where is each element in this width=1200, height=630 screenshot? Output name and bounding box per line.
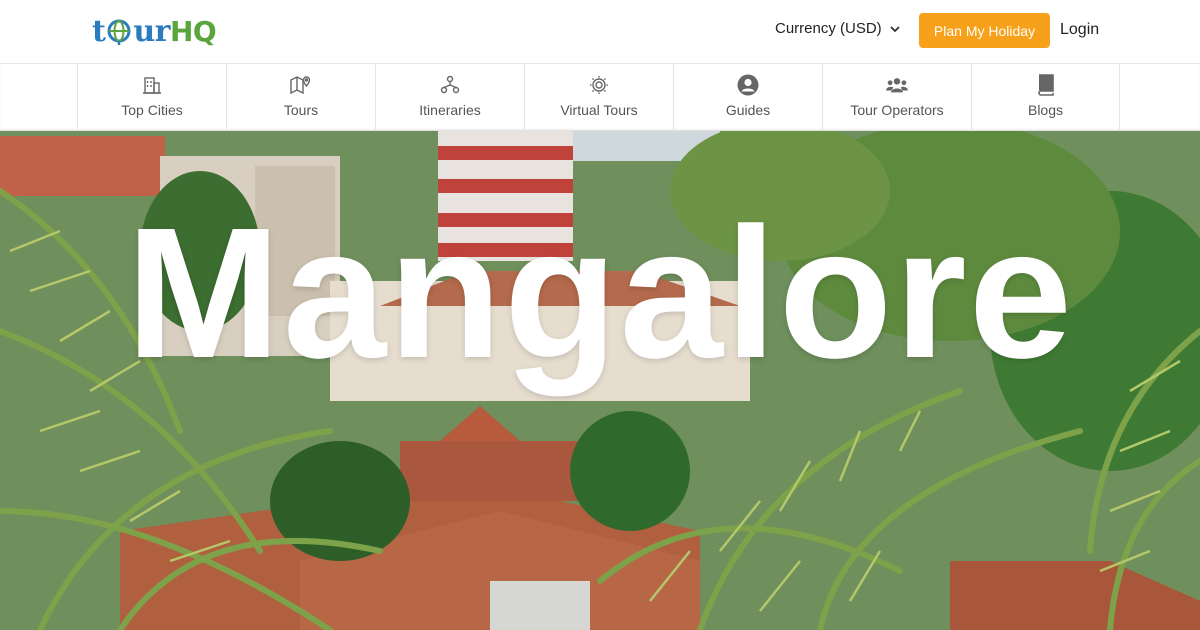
globe-icon (106, 18, 132, 45)
hero-title: Mangalore (125, 190, 1075, 397)
nav-label: Itineraries (419, 102, 481, 118)
users-icon (886, 74, 908, 96)
login-link[interactable]: Login (1060, 21, 1099, 39)
tourhq-logo[interactable]: t ur HQ (92, 12, 217, 50)
itinerary-icon (439, 74, 461, 96)
nav-item-itineraries[interactable]: Itineraries (375, 64, 524, 132)
category-nav: Top Cities Tours Itineraries Virtual Tou… (0, 63, 1200, 132)
nav-label: Virtual Tours (560, 102, 638, 118)
nav-label: Tour Operators (850, 102, 944, 118)
nav-label: Tours (283, 102, 319, 118)
nav-item-virtual-tours[interactable]: Virtual Tours (524, 64, 673, 132)
currency-label: Currency (USD) (775, 20, 882, 37)
nav-item-tour-operators[interactable]: Tour Operators (822, 64, 971, 132)
nav-item-top-cities[interactable]: Top Cities (77, 64, 226, 132)
nav-item-tours[interactable]: Tours (226, 64, 375, 132)
map-pin-icon (290, 74, 312, 96)
nav-item-guides[interactable]: Guides (673, 64, 822, 132)
plan-my-holiday-button[interactable]: Plan My Holiday (919, 13, 1050, 48)
nav-label: Blogs (1027, 102, 1064, 118)
building-icon (141, 74, 163, 96)
virtual-tour-icon (588, 74, 610, 96)
hero-banner: Mangalore (0, 131, 1200, 630)
nav-label: Top Cities (121, 102, 183, 118)
nav-label: Guides (725, 102, 771, 118)
site-header: t ur HQ Currency (USD) Plan My Holiday Lo… (0, 0, 1200, 63)
book-icon (1035, 74, 1057, 96)
user-circle-icon (737, 74, 759, 96)
nav-item-blogs[interactable]: Blogs (971, 64, 1120, 132)
currency-selector[interactable]: Currency (USD) (775, 20, 900, 37)
chevron-down-icon (890, 20, 900, 37)
